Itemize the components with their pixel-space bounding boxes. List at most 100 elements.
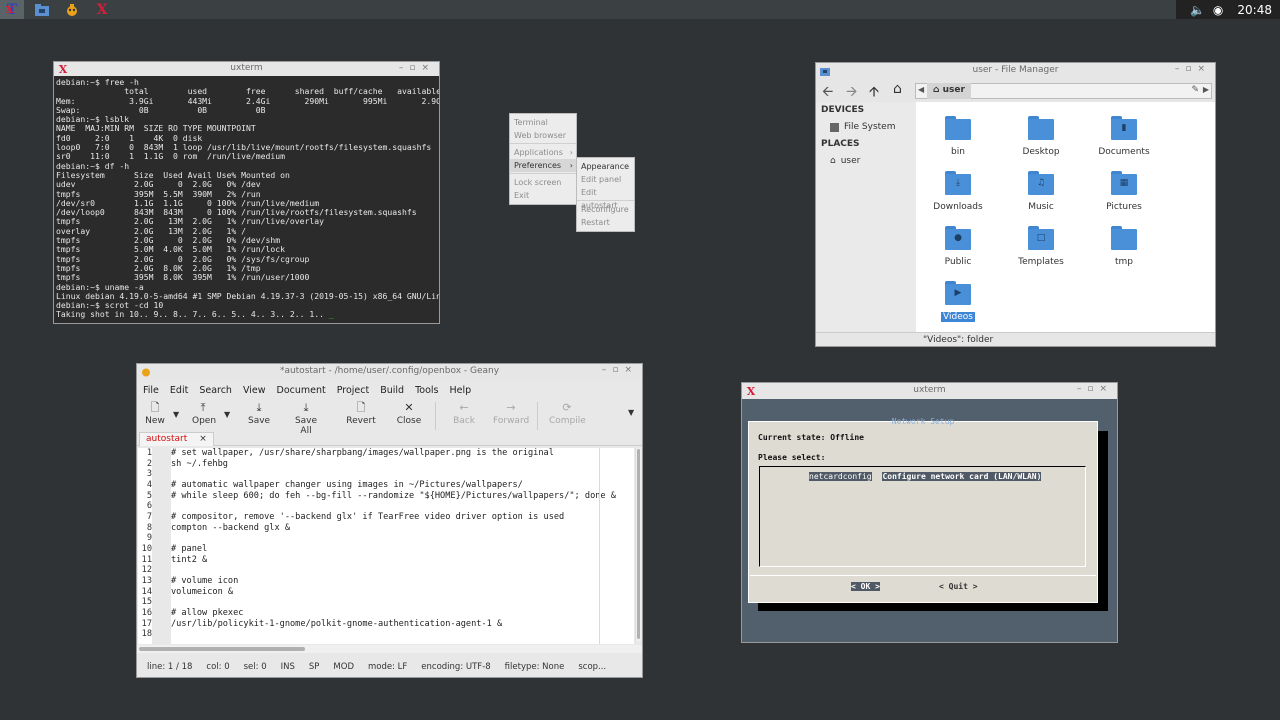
editor-vertical-scrollbar[interactable] (635, 448, 641, 641)
menu-build[interactable]: Build (380, 385, 404, 396)
revert-button[interactable]: 🗋 Revert (345, 398, 377, 426)
folder-music[interactable]: ♫ Music (1001, 164, 1081, 212)
launcher-terminal-icon[interactable]: Tx (0, 0, 24, 19)
new-button[interactable]: 🗋 New (145, 398, 165, 426)
status-mode: mode: LF (368, 662, 408, 672)
folder-videos[interactable]: ▶ Videos (918, 274, 998, 322)
path-bar: ◀ ⌂ user ✎ ▶ (915, 83, 1212, 99)
home-icon[interactable]: ⌂ (893, 81, 902, 97)
menu-edit[interactable]: Edit (170, 385, 188, 396)
uxterm-titlebar[interactable]: X uxterm –▫× (742, 383, 1117, 399)
window-controls[interactable]: –▫× (1175, 64, 1211, 74)
uxterm-window: X uxterm –▫× debian:~$ free -h total use… (53, 61, 440, 324)
menu-item-restart[interactable]: Restart (577, 216, 634, 229)
menu-view[interactable]: View (243, 385, 266, 396)
launcher-geany-icon[interactable] (60, 0, 84, 19)
window-controls[interactable]: –▫× (602, 365, 638, 375)
menu-item-terminal[interactable]: Terminal (510, 116, 576, 129)
folder-label: Documents (1098, 147, 1150, 157)
save-button[interactable]: ⤓ Save (248, 398, 270, 426)
sidebar-item-file-system[interactable]: File System (816, 119, 916, 136)
terminal-output[interactable]: debian:~$ free -h total used free shared… (54, 76, 439, 323)
sidebar-heading-devices: DEVICES (821, 105, 865, 115)
folder-public[interactable]: ● Public (918, 219, 998, 267)
code-editor[interactable]: # set wallpaper, /usr/share/sharpbang/im… (171, 448, 634, 644)
list-item-netcardconfig[interactable]: netcardconfig Configure network card (LA… (809, 472, 1042, 481)
dialog-list-box (759, 466, 1086, 567)
desktop-root-menu: Terminal Web browser Applications › Prefe… (509, 113, 577, 205)
sidebar-item-user[interactable]: ⌂ user (816, 153, 916, 170)
ok-button[interactable]: < OK > (851, 582, 880, 591)
network-icon[interactable]: ◉ (1213, 3, 1223, 17)
new-dropdown[interactable]: ▼ (173, 410, 179, 419)
toolbar-overflow-icon[interactable]: ▼ (628, 408, 634, 417)
window-title: user - File Manager (972, 65, 1059, 75)
menu-search[interactable]: Search (199, 385, 232, 396)
menu-item-edit-autostart[interactable]: Edit autostart (577, 186, 634, 210)
network-setup-dialog: Network Setup Current state: Offline Ple… (748, 417, 1098, 603)
menu-item-web-browser[interactable]: Web browser (510, 129, 576, 142)
edit-path-icon[interactable]: ✎ (1191, 85, 1199, 95)
folder-label: Templates (1018, 257, 1064, 267)
open-dropdown[interactable]: ▼ (224, 410, 230, 419)
file-manager-toolbar: 🡨 🡪 🡩 ⌂ ◀ ⌂ user ✎ ▶ (816, 79, 1215, 102)
folder-downloads[interactable]: ⤓ Downloads (918, 164, 998, 212)
quit-button[interactable]: < Quit > (939, 582, 978, 591)
geany-titlebar[interactable]: *autostart - /home/user/.config/openbox … (137, 364, 642, 380)
save-all-button[interactable]: ⤓ Save All (288, 398, 324, 436)
folder-label: Videos (941, 312, 975, 322)
launcher-file-manager-icon[interactable] (30, 0, 54, 19)
folder-templates[interactable]: □ Templates (1001, 219, 1081, 267)
menu-separator (510, 143, 576, 144)
compile-button[interactable]: ⟳ Compile (549, 398, 586, 426)
menu-item-applications[interactable]: Applications › (510, 146, 576, 159)
path-right-arrow[interactable]: ▶ (1203, 85, 1209, 94)
menu-help[interactable]: Help (450, 385, 472, 396)
home-icon: ⌂ (933, 85, 940, 95)
path-left-arrow[interactable]: ◀ (918, 85, 924, 94)
menu-item-edit-panel[interactable]: Edit panel (577, 173, 634, 186)
menu-item-appearance[interactable]: Appearance (577, 160, 634, 173)
folder-label: tmp (1114, 257, 1133, 267)
uxterm-titlebar[interactable]: X uxterm –▫× (54, 62, 439, 76)
status-encoding: encoding: UTF-8 (421, 662, 491, 672)
file-manager-sidebar: DEVICES File System PLACES ⌂ user (816, 102, 916, 332)
folder-pictures[interactable]: ▦ Pictures (1084, 164, 1164, 212)
system-tray: 🔈 ◉ 20:48 (1175, 0, 1280, 19)
menu-document[interactable]: Document (277, 385, 326, 396)
menu-tools[interactable]: Tools (415, 385, 438, 396)
folder-documents[interactable]: ▮ Documents (1084, 109, 1164, 157)
tab-close-icon[interactable]: × (199, 434, 207, 444)
forward-arrow-icon: → (506, 401, 516, 414)
folder-tmp[interactable]: tmp (1084, 219, 1164, 267)
folder-desktop[interactable]: Desktop (1001, 109, 1081, 157)
menu-item-label: Applications (514, 148, 563, 157)
new-file-icon: 🗋 (150, 401, 160, 414)
terminal-cursor: _ (328, 309, 334, 320)
option-description: Configure network card (LAN/WLAN) (882, 472, 1042, 481)
window-controls[interactable]: –▫× (1077, 384, 1113, 394)
toolbar-label: Save (248, 416, 271, 426)
menu-project[interactable]: Project (337, 385, 370, 396)
file-manager-statusbar: "Videos": folder (816, 332, 1215, 346)
tab-autostart[interactable]: autostart × (139, 432, 214, 446)
menu-item-lock-screen[interactable]: Lock screen (510, 176, 576, 189)
menu-item-preferences[interactable]: Preferences › (510, 159, 576, 172)
dialog-button-divider (750, 575, 1096, 576)
sidebar-item-label: File System (844, 122, 896, 132)
back-button[interactable]: ← Back (452, 398, 476, 426)
volume-icon[interactable]: 🔈 (1190, 3, 1205, 17)
close-button[interactable]: ✕ Close (395, 398, 423, 426)
file-manager-titlebar[interactable]: user - File Manager –▫× (816, 63, 1215, 79)
folder-bin[interactable]: bin (918, 109, 998, 157)
launcher-xterm-icon[interactable]: X (90, 0, 114, 19)
menu-item-exit[interactable]: Exit (510, 189, 576, 202)
window-controls[interactable]: –▫× (399, 63, 435, 73)
menu-item-reconfigure[interactable]: Reconfigure (577, 203, 634, 216)
open-button[interactable]: ⤒ Open (192, 398, 216, 426)
folder-icon (945, 116, 971, 141)
menu-file[interactable]: File (143, 385, 159, 396)
path-segment-user[interactable]: ⌂ user (927, 83, 971, 99)
forward-button[interactable]: → Forward (493, 398, 529, 426)
editor-horizontal-scrollbar[interactable] (137, 645, 642, 653)
